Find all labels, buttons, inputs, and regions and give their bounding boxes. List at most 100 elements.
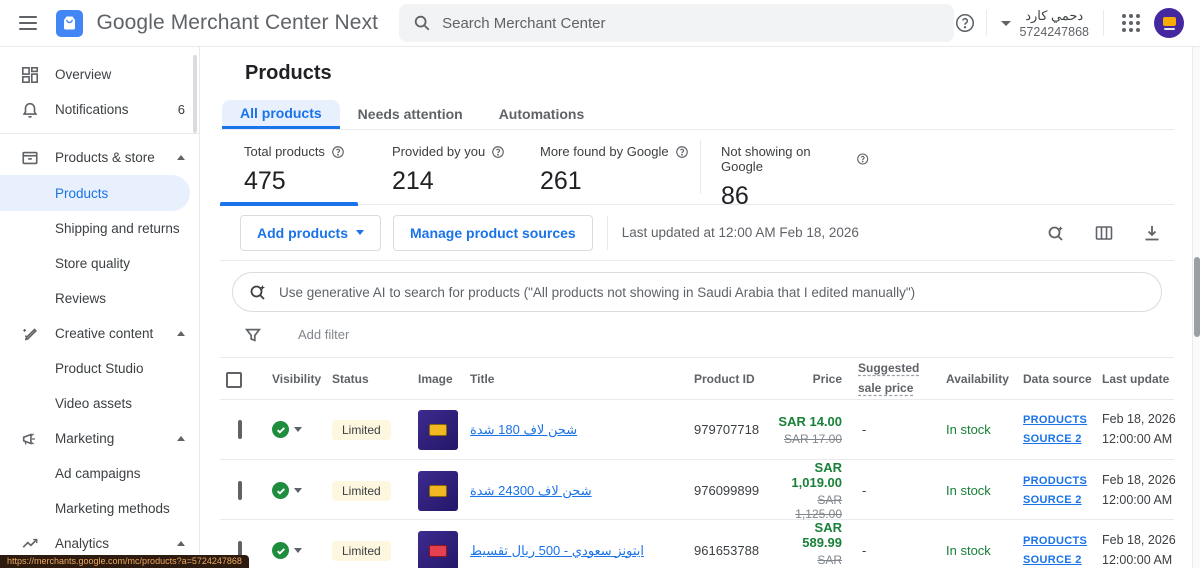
row-checkbox[interactable] (238, 420, 242, 439)
help-icon[interactable] (675, 145, 689, 159)
last-update-time: 12:00:00 AM (1102, 551, 1176, 568)
topbar: Google Merchant Center Next دحمي كارد 57… (0, 0, 1200, 47)
manage-product-sources-button[interactable]: Manage product sources (393, 215, 593, 251)
row-checkbox[interactable] (238, 481, 242, 500)
filter-icon[interactable] (244, 326, 262, 344)
sidebar-item-reviews[interactable]: Reviews (0, 281, 199, 316)
help-icon[interactable] (954, 12, 976, 34)
sidebar-item-notifications[interactable]: Notifications 6 (0, 92, 199, 127)
tab-automations[interactable]: Automations (481, 100, 603, 129)
product-title-link[interactable]: شحن لاف 24300 شدة (470, 483, 592, 498)
header-status: Status (332, 372, 418, 386)
product-image[interactable] (418, 471, 458, 511)
ai-search-input[interactable] (279, 285, 1146, 300)
sidebar-item-label: Shipping and returns (55, 221, 180, 236)
scrollbar-thumb[interactable] (1194, 257, 1200, 337)
original-price: SAR 1,125.00 (778, 493, 842, 521)
chevron-down-icon (294, 548, 302, 553)
selected-stat-indicator (220, 202, 358, 206)
chevron-down-icon (1001, 21, 1011, 26)
sidebar-item-overview[interactable]: Overview (0, 57, 199, 92)
sidebar-item-product-studio[interactable]: Product Studio (0, 351, 199, 386)
chevron-up-icon (177, 541, 185, 546)
add-products-button[interactable]: Add products (240, 215, 381, 251)
data-source-cell: PRODUCTSSOURCE 2 (1018, 532, 1096, 568)
manage-sources-label: Manage product sources (410, 225, 576, 241)
notifications-count-badge: 6 (178, 102, 185, 117)
tab-all-products[interactable]: All products (222, 100, 340, 129)
divider (700, 140, 701, 194)
ai-search-bar[interactable] (232, 272, 1162, 312)
select-all-checkbox[interactable] (226, 372, 242, 388)
visibility-check-icon (272, 421, 289, 438)
help-icon[interactable] (331, 145, 345, 159)
status-badge: Limited (332, 541, 391, 561)
sidebar-item-ad-campaigns[interactable]: Ad campaigns (0, 456, 199, 491)
search-input[interactable] (442, 15, 940, 32)
sidebar-item-marketing[interactable]: Marketing (0, 421, 199, 456)
product-title-link[interactable]: شحن لاف 180 شدة (470, 422, 577, 437)
sidebar-item-label: Reviews (55, 291, 106, 306)
help-icon[interactable] (491, 145, 505, 159)
page-scrollbar[interactable] (1192, 47, 1200, 568)
chevron-down-icon (294, 427, 302, 432)
price-cell: SAR 14.00 SAR 17.00 (778, 414, 850, 446)
download-icon[interactable] (1142, 223, 1162, 243)
tab-needs-attention[interactable]: Needs attention (340, 100, 481, 129)
divider (1103, 10, 1104, 36)
data-source-link[interactable]: PRODUCTSSOURCE 2 (1023, 475, 1087, 506)
product-title-link[interactable]: ايتونز سعودي - 500 ريال تقسيط (470, 543, 644, 558)
table-header: Visibility Status Image Title Product ID… (220, 358, 1174, 400)
sale-price: SAR 14.00 (778, 414, 842, 429)
stat-total-products[interactable]: Total products 475 (244, 144, 392, 204)
sidebar-item-label: Store quality (55, 256, 130, 271)
sidebar-item-label: Products (55, 186, 108, 201)
sidebar-item-creative-content[interactable]: Creative content (0, 316, 199, 351)
stat-more-found-by-google[interactable]: More found by Google 261 (540, 144, 700, 204)
help-icon[interactable] (856, 152, 869, 166)
suggested-sale-price: - (850, 543, 934, 558)
divider (607, 216, 608, 250)
sidebar-item-shipping-and-returns[interactable]: Shipping and returns (0, 211, 199, 246)
visibility-toggle[interactable] (272, 542, 332, 559)
box-icon (20, 148, 40, 168)
product-image[interactable] (418, 531, 458, 568)
sidebar-item-marketing-methods[interactable]: Marketing methods (0, 491, 199, 526)
add-filter-field[interactable]: Add filter (298, 327, 349, 342)
apps-grid-icon[interactable] (1122, 14, 1140, 32)
product-id: 979707718 (694, 422, 778, 437)
stats-bar: Total products 475 Provided by you 214 M… (220, 130, 1174, 205)
sidebar-scrollbar[interactable] (193, 55, 197, 133)
visibility-toggle[interactable] (272, 482, 332, 499)
search-icon (413, 14, 431, 32)
suggested-sale-price: - (850, 422, 934, 437)
link-status-tooltip: https://merchants.google.com/mc/products… (0, 555, 249, 568)
sidebar-item-store-quality[interactable]: Store quality (0, 246, 199, 281)
account-switcher[interactable]: دحمي كارد 5724247868 (997, 8, 1093, 39)
chevron-down-icon (294, 488, 302, 493)
stat-provided-by-you[interactable]: Provided by you 214 (392, 144, 540, 204)
visibility-toggle[interactable] (272, 421, 332, 438)
stat-label: Not showing on Google (721, 144, 850, 174)
sidebar-item-label: Marketing methods (55, 501, 170, 516)
sidebar-item-products-and-store[interactable]: Products & store (0, 140, 199, 175)
avatar[interactable] (1154, 8, 1184, 38)
sidebar-item-video-assets[interactable]: Video assets (0, 386, 199, 421)
product-image[interactable] (418, 410, 458, 450)
ai-search-icon[interactable] (1046, 223, 1066, 243)
visibility-check-icon (272, 542, 289, 559)
data-source-link[interactable]: PRODUCTSSOURCE 2 (1023, 535, 1087, 566)
sidebar-item-products[interactable]: Products (0, 175, 190, 211)
last-update-cell: Feb 18, 2026 12:00:00 AM (1096, 531, 1176, 568)
sidebar-item-label: Creative content (55, 326, 153, 341)
stat-not-showing-on-google[interactable]: Not showing on Google 86 (721, 144, 869, 204)
global-search[interactable] (399, 4, 954, 42)
product-row: Limited شحن لاف 24300 شدة 976099899 SAR … (220, 460, 1174, 520)
menu-icon[interactable] (19, 12, 37, 34)
data-source-link[interactable]: PRODUCTSSOURCE 2 (1023, 414, 1087, 445)
topbar-right: دحمي كارد 5724247868 (954, 8, 1188, 39)
columns-icon[interactable] (1094, 223, 1114, 243)
sidebar-item-label: Notifications (55, 102, 129, 117)
header-product-id: Product ID (694, 372, 778, 386)
stat-value: 214 (392, 167, 540, 196)
